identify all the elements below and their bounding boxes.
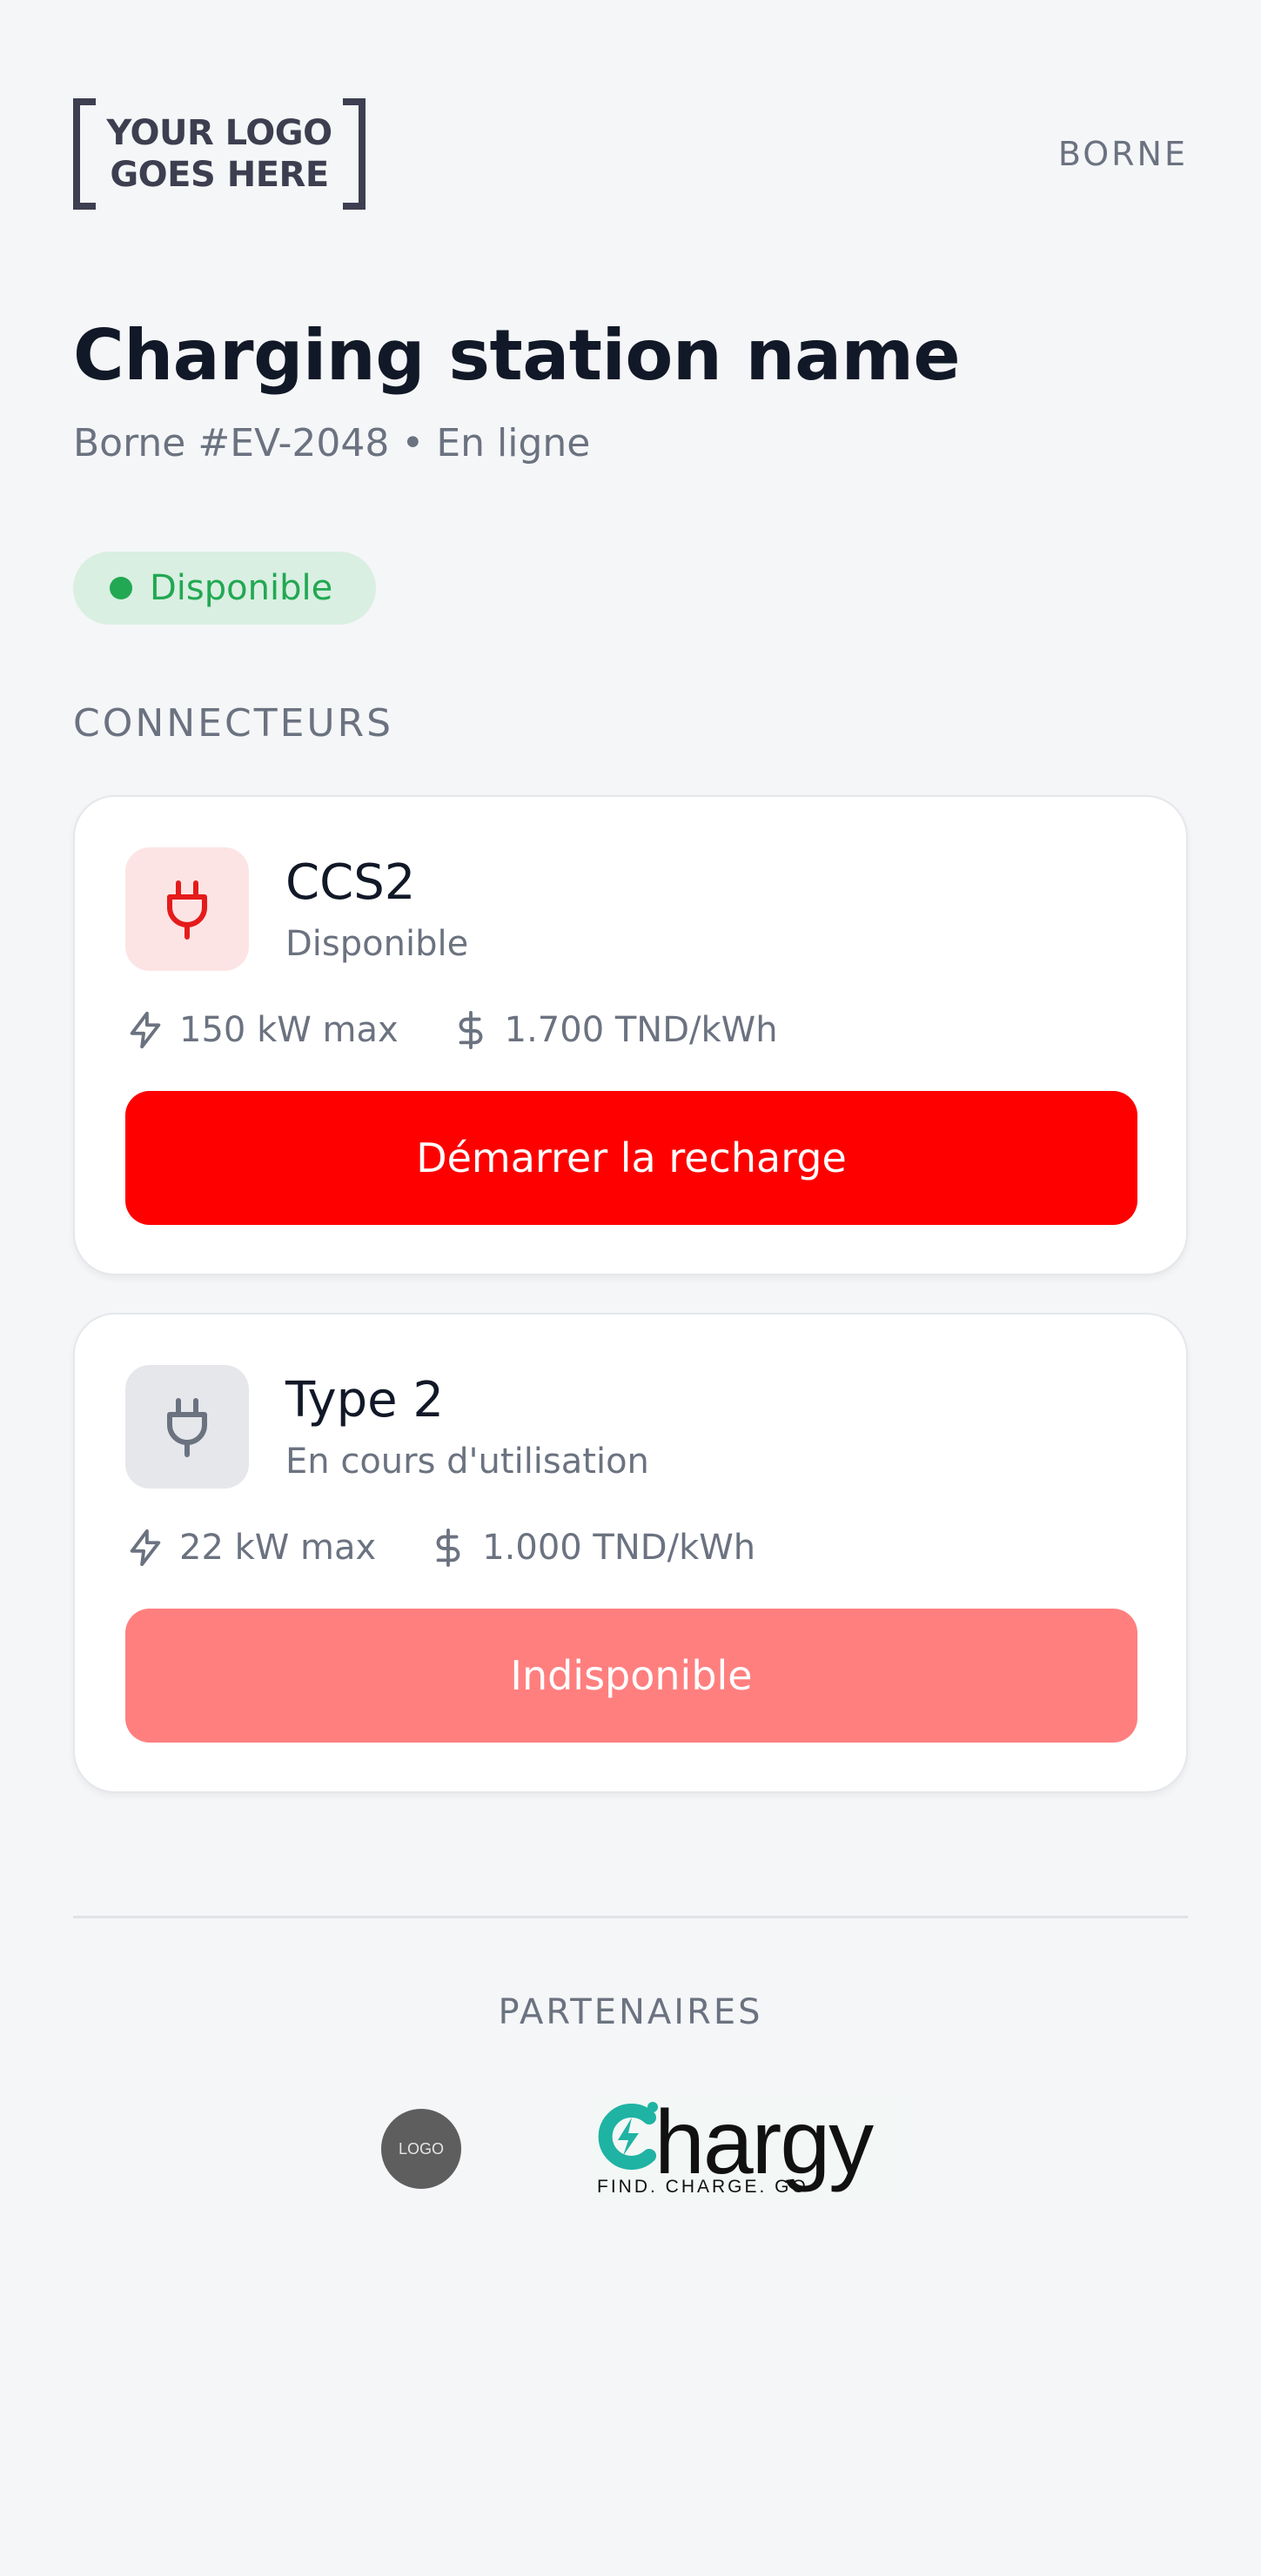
- station-name: Charging station name: [73, 315, 961, 396]
- status-badge: Disponible: [73, 552, 377, 625]
- footer-divider: [73, 1916, 1188, 1918]
- dollar-icon: [459, 1010, 483, 1050]
- dollar-icon: [436, 1528, 460, 1568]
- logo-bracket-left: [73, 98, 96, 210]
- plug-icon: [125, 1365, 249, 1489]
- brand-logo: YOUR LOGO GOES HERE: [73, 98, 366, 210]
- header-tag: BORNE: [1057, 135, 1188, 173]
- connector-specs: 22 kW max 1.000 TND/kWh: [125, 1523, 755, 1572]
- connectors-section-label: CONNECTEURS: [73, 701, 394, 746]
- start-charging-button[interactable]: Démarrer la recharge: [125, 1091, 1137, 1225]
- connector-price: 1.700 TND/kWh: [451, 1010, 778, 1050]
- unavailable-button[interactable]: Indisponible: [125, 1609, 1137, 1743]
- partner-logo-chargy: hargy FIND. CHARGE. GO: [592, 2092, 902, 2201]
- chargy-c-icon: [598, 2102, 658, 2170]
- connector-power: 22 kW max: [125, 1528, 376, 1568]
- connector-card: CCS2 Disponible 150 kW max 1.700 TND/kWh…: [73, 795, 1188, 1275]
- logo-line-2: GOES HERE: [110, 155, 329, 195]
- connector-card: Type 2 En cours d'utilisation 22 kW max …: [73, 1313, 1188, 1793]
- connector-price: 1.000 TND/kWh: [428, 1528, 755, 1568]
- connector-power-text: 150 kW max: [179, 1010, 399, 1050]
- station-page: YOUR LOGO GOES HERE BORNE Charging stati…: [0, 0, 1261, 2576]
- connector-power: 150 kW max: [125, 1010, 399, 1050]
- lightning-icon: [130, 1011, 161, 1049]
- connector-price-text: 1.000 TND/kWh: [482, 1528, 756, 1568]
- status-badge-label: Disponible: [150, 568, 333, 608]
- partners-label: PARTENAIRES: [498, 1992, 763, 2032]
- connector-power-text: 22 kW max: [179, 1528, 377, 1568]
- plug-icon: [125, 847, 249, 971]
- connector-specs: 150 kW max 1.700 TND/kWh: [125, 1006, 778, 1054]
- connector-status: Disponible: [285, 924, 469, 964]
- connector-name: Type 2: [285, 1372, 445, 1429]
- station-subtitle: Borne #EV-2048 • En ligne: [73, 421, 591, 465]
- chargy-tagline: FIND. CHARGE. GO: [597, 2177, 808, 2197]
- logo-bracket-right: [343, 98, 366, 210]
- connector-status: En cours d'utilisation: [285, 1442, 649, 1482]
- logo-line-1: YOUR LOGO: [106, 113, 332, 153]
- lightning-icon: [130, 1529, 161, 1567]
- connector-price-text: 1.700 TND/kWh: [504, 1010, 778, 1050]
- logo-text: YOUR LOGO GOES HERE: [106, 112, 332, 196]
- header: YOUR LOGO GOES HERE BORNE: [73, 97, 1188, 211]
- status-dot: [110, 577, 132, 599]
- connector-name: CCS2: [285, 854, 416, 911]
- partner-logo-generic: LOGO: [381, 2109, 461, 2189]
